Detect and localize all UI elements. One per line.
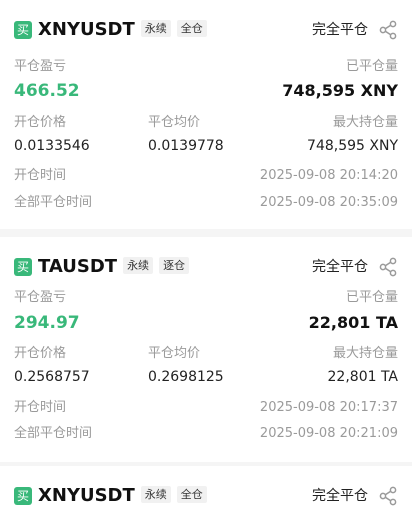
open-time-label: 开仓时间 [14, 400, 67, 415]
symbol-name: XNYUSDT 永续 全仓 [38, 18, 207, 42]
avg-close-price-value: 0.2698125 [148, 369, 224, 385]
card-divider [0, 229, 412, 237]
symbol-text: TAUSDT [38, 256, 118, 277]
position-card: 买 XNYUSDT 永续 全仓 完全平仓 [0, 466, 412, 523]
closed-qty-label: 已平仓量 [345, 290, 398, 305]
tag-margin: 逐仓 [159, 257, 190, 274]
open-price-label: 开仓价格 [14, 115, 67, 130]
symbol-name: XNYUSDT 永续 全仓 [38, 484, 207, 508]
avg-close-price-value: 0.0139778 [148, 138, 224, 154]
tag-contract: 永续 [140, 20, 171, 37]
max-hold-value: 22,801 TA [327, 369, 398, 385]
open-price-value: 0.2568757 [14, 369, 90, 385]
symbol-text: XNYUSDT [38, 19, 135, 40]
tag-margin: 全仓 [176, 486, 207, 503]
symbol-text: XNYUSDT [38, 485, 135, 506]
avg-close-price-label: 平仓均价 [148, 346, 201, 361]
pnl-value: 466.52 [14, 81, 80, 101]
share-icon[interactable] [378, 486, 398, 506]
max-hold-label: 最大持仓量 [332, 346, 398, 361]
position-header: 买 XNYUSDT 永续 全仓 完全平仓 [14, 18, 398, 44]
tag-contract: 永续 [123, 257, 154, 274]
close-all-button[interactable]: 完全平仓 [312, 258, 368, 276]
close-time-value: 2025-09-08 20:21:09 [259, 426, 398, 441]
close-all-button[interactable]: 完全平仓 [312, 21, 368, 39]
closed-qty-value: 748,595 XNY [282, 81, 398, 100]
tag-margin: 全仓 [176, 20, 207, 37]
position-header: 买 TAUSDT 永续 逐仓 完全平仓 [14, 255, 398, 281]
share-icon[interactable] [378, 257, 398, 277]
max-hold-value: 748,595 XNY [307, 138, 398, 154]
share-icon[interactable] [378, 20, 398, 40]
buy-badge: 买 [14, 21, 32, 39]
open-time-value: 2025-09-08 20:14:20 [259, 168, 398, 183]
close-time-label: 全部平仓时间 [14, 426, 93, 441]
avg-close-price-label: 平仓均价 [148, 115, 201, 130]
close-all-button[interactable]: 完全平仓 [312, 487, 368, 505]
symbol-name: TAUSDT 永续 逐仓 [38, 255, 190, 279]
tag-contract: 永续 [140, 486, 171, 503]
position-card: 买 TAUSDT 永续 逐仓 完全平仓 平仓盈亏 已平仓量 294.97 22,80… [0, 237, 412, 466]
buy-badge: 买 [14, 487, 32, 505]
open-price-value: 0.0133546 [14, 138, 90, 154]
pnl-label: 平仓盈亏 [14, 59, 67, 74]
closed-qty-value: 22,801 TA [308, 313, 398, 332]
position-header: 买 XNYUSDT 永续 全仓 完全平仓 [14, 484, 398, 510]
max-hold-label: 最大持仓量 [332, 115, 398, 130]
pnl-value: 294.97 [14, 313, 80, 333]
pnl-label: 平仓盈亏 [14, 290, 67, 305]
open-time-value: 2025-09-08 20:17:37 [259, 400, 398, 415]
buy-badge: 买 [14, 258, 32, 276]
closed-qty-label: 已平仓量 [345, 59, 398, 74]
close-time-label: 全部平仓时间 [14, 195, 93, 210]
open-time-label: 开仓时间 [14, 168, 67, 183]
position-card: 买 XNYUSDT 永续 全仓 完全平仓 平仓盈亏 已平仓量 466.52 748,… [0, 0, 412, 229]
close-time-value: 2025-09-08 20:35:09 [259, 195, 398, 210]
open-price-label: 开仓价格 [14, 346, 67, 361]
